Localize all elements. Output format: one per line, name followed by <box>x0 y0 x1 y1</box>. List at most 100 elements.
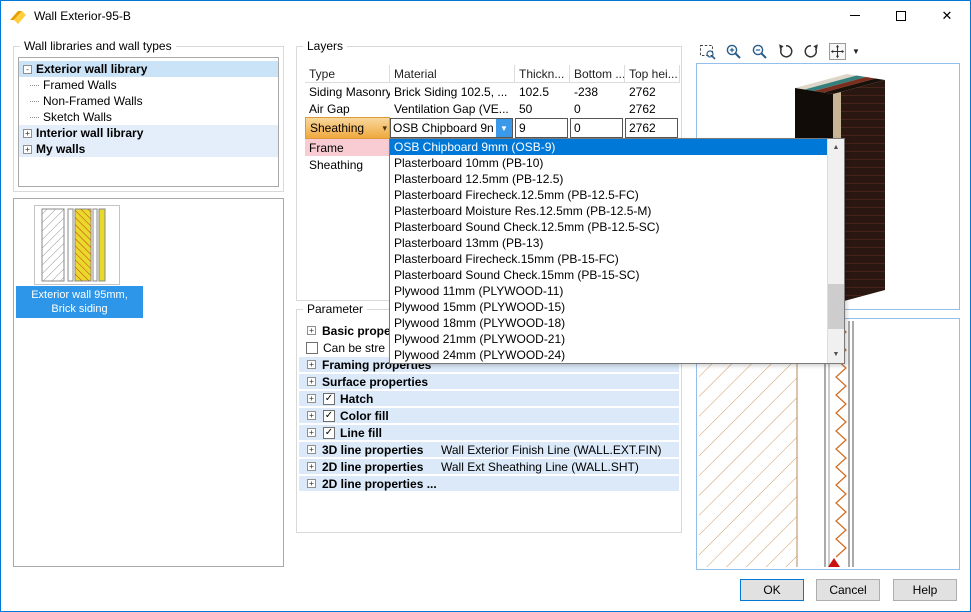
scroll-down-icon[interactable]: ▼ <box>828 346 844 363</box>
checkbox-unchecked[interactable] <box>306 342 318 354</box>
close-button[interactable]: ✕ <box>924 1 970 30</box>
tree-connector <box>30 117 39 118</box>
wall-thumbnail[interactable] <box>34 205 120 288</box>
tree-item-framed-walls[interactable]: Framed Walls <box>19 77 278 93</box>
tree-item-exterior-wall-library[interactable]: -Exterior wall library <box>19 61 278 77</box>
expand-icon[interactable]: + <box>307 445 316 454</box>
dropdown-item[interactable]: Plasterboard Firecheck.12.5mm (PB-12.5-F… <box>390 187 827 203</box>
dropdown-item[interactable]: Plywood 11mm (PLYWOOD-11) <box>390 283 827 299</box>
tree-item-my-walls[interactable]: +My walls <box>19 141 278 157</box>
dropdown-item[interactable]: Plasterboard Sound Check.12.5mm (PB-12.5… <box>390 219 827 235</box>
checkbox-checked[interactable]: ✓ <box>323 393 335 405</box>
param-label: 2D line properties ... <box>322 477 437 491</box>
minimize-button[interactable] <box>832 1 878 30</box>
rotate-right-icon[interactable] <box>802 42 821 60</box>
layer-type-combo[interactable]: Sheathing ▾ <box>305 117 390 139</box>
expand-icon[interactable]: + <box>23 145 32 154</box>
expand-icon[interactable]: + <box>307 479 316 488</box>
layer-row: Sheathing ▾OSB Chipboard 9n▼902762 <box>305 117 680 139</box>
layer-top-cell[interactable]: 2762 <box>625 100 680 117</box>
tree-item-interior-wall-library[interactable]: +Interior wall library <box>19 125 278 141</box>
chevron-down-icon: ▾ <box>382 123 387 134</box>
expand-icon[interactable]: + <box>307 394 316 403</box>
tree-item-sketch-walls[interactable]: Sketch Walls <box>19 109 278 125</box>
layer-type-cell[interactable]: Air Gap <box>305 100 390 117</box>
toolbar-dropdown-arrow-icon[interactable]: ▼ <box>852 47 860 56</box>
tree-item-label: Non-Framed Walls <box>43 94 143 108</box>
tree-connector <box>30 101 39 102</box>
layer-top-cell[interactable]: 2762 <box>625 83 680 100</box>
material-dropdown-list: OSB Chipboard 9mm (OSB-9)Plasterboard 10… <box>390 139 827 363</box>
param-value: Wall Ext Sheathing Line (WALL.SHT) <box>441 460 639 474</box>
material-combo[interactable]: OSB Chipboard 9n▼ <box>390 118 513 138</box>
layer-type-cell[interactable]: Siding Masonry <box>305 83 390 100</box>
expand-icon[interactable]: + <box>307 360 316 369</box>
layers-column-header-0: Type <box>305 65 390 83</box>
expand-icon[interactable]: + <box>307 377 316 386</box>
dropdown-item[interactable]: Plywood 15mm (PLYWOOD-15) <box>390 299 827 315</box>
dropdown-item[interactable]: Plywood 21mm (PLYWOOD-21) <box>390 331 827 347</box>
layer-bottom-cell[interactable]: -238 <box>570 83 625 100</box>
layers-column-header-2: Thickn... <box>515 65 570 83</box>
expand-icon[interactable]: + <box>307 326 316 335</box>
layers-table-header: TypeMaterialThickn...Bottom ...Top hei..… <box>305 65 680 83</box>
wall-library-tree: -Exterior wall libraryFramed WallsNon-Fr… <box>18 57 279 187</box>
rotate-left-icon[interactable] <box>776 42 795 60</box>
layer-thickness-cell[interactable]: 50 <box>515 100 570 117</box>
dropdown-item[interactable]: OSB Chipboard 9mm (OSB-9) <box>390 139 827 155</box>
zoom-in-icon[interactable] <box>724 42 743 60</box>
tree-connector <box>30 85 39 86</box>
layers-column-header-4: Top hei... <box>625 65 680 83</box>
scroll-thumb[interactable] <box>828 284 844 329</box>
parameter-group-label: Parameter <box>303 302 367 316</box>
cancel-button[interactable]: Cancel <box>816 579 880 601</box>
param-row: +2D line properties ... <box>299 475 679 492</box>
scroll-up-icon[interactable]: ▲ <box>828 139 844 156</box>
layer-type-cell[interactable]: Frame <box>305 139 390 156</box>
titlebar[interactable]: Wall Exterior-95-B ✕ <box>1 1 970 31</box>
layer-type-cell[interactable]: Sheathing <box>305 156 390 173</box>
checkbox-checked[interactable]: ✓ <box>323 410 335 422</box>
layer-material-cell[interactable]: Brick Siding 102.5, ... <box>390 83 515 100</box>
orbit-icon[interactable] <box>828 42 847 60</box>
layers-column-header-1: Material <box>390 65 515 83</box>
ok-button[interactable]: OK <box>740 579 804 601</box>
layer-bottom-cell[interactable]: 0 <box>570 100 625 117</box>
window-controls: ✕ <box>832 1 970 30</box>
dropdown-item[interactable]: Plywood 18mm (PLYWOOD-18) <box>390 315 827 331</box>
tree-item-non-framed-walls[interactable]: Non-Framed Walls <box>19 93 278 109</box>
layer-thickness-cell[interactable]: 102.5 <box>515 83 570 100</box>
thickness-input[interactable]: 9 <box>515 118 568 138</box>
help-button[interactable]: Help <box>893 579 957 601</box>
expand-icon[interactable]: + <box>307 462 316 471</box>
wall-properties-dialog: Wall Exterior-95-B ✕ Wall libraries and … <box>0 0 971 612</box>
layers-column-header-3: Bottom ... <box>570 65 625 83</box>
dropdown-item[interactable]: Plasterboard 12.5mm (PB-12.5) <box>390 171 827 187</box>
top-height-input[interactable]: 2762 <box>625 118 678 138</box>
param-row: +2D line propertiesWall Ext Sheathing Li… <box>299 458 679 475</box>
maximize-button[interactable] <box>878 1 924 30</box>
layer-material-cell[interactable]: Ventilation Gap (VE... <box>390 100 515 117</box>
dropdown-item[interactable]: Plywood 24mm (PLYWOOD-24) <box>390 347 827 363</box>
dropdown-item[interactable]: Plasterboard Sound Check.15mm (PB-15-SC) <box>390 267 827 283</box>
bottom-height-input[interactable]: 0 <box>570 118 623 138</box>
dropdown-item[interactable]: Plasterboard 10mm (PB-10) <box>390 155 827 171</box>
dropdown-item[interactable]: Plasterboard Firecheck.15mm (PB-15-FC) <box>390 251 827 267</box>
collapse-icon[interactable]: - <box>23 65 32 74</box>
expand-icon[interactable]: + <box>23 129 32 138</box>
param-label: Color fill <box>340 409 389 423</box>
dropdown-item[interactable]: Plasterboard 13mm (PB-13) <box>390 235 827 251</box>
material-dropdown: OSB Chipboard 9mm (OSB-9)Plasterboard 10… <box>389 138 845 364</box>
material-dropdown-scrollbar[interactable]: ▲ ▼ <box>827 139 844 363</box>
marquee-zoom-icon[interactable] <box>698 42 717 60</box>
param-label: Can be stre <box>323 341 385 355</box>
layer-type-value: Sheathing <box>310 121 364 135</box>
zoom-out-icon[interactable] <box>750 42 769 60</box>
expand-icon[interactable]: + <box>307 411 316 420</box>
wall-thumbnail-caption[interactable]: Exterior wall 95mm, Brick siding <box>16 286 143 318</box>
expand-icon[interactable]: + <box>307 428 316 437</box>
dropdown-item[interactable]: Plasterboard Moisture Res.12.5mm (PB-12.… <box>390 203 827 219</box>
checkbox-checked[interactable]: ✓ <box>323 427 335 439</box>
app-icon <box>9 8 27 24</box>
combo-dropdown-button[interactable]: ▼ <box>496 119 512 137</box>
